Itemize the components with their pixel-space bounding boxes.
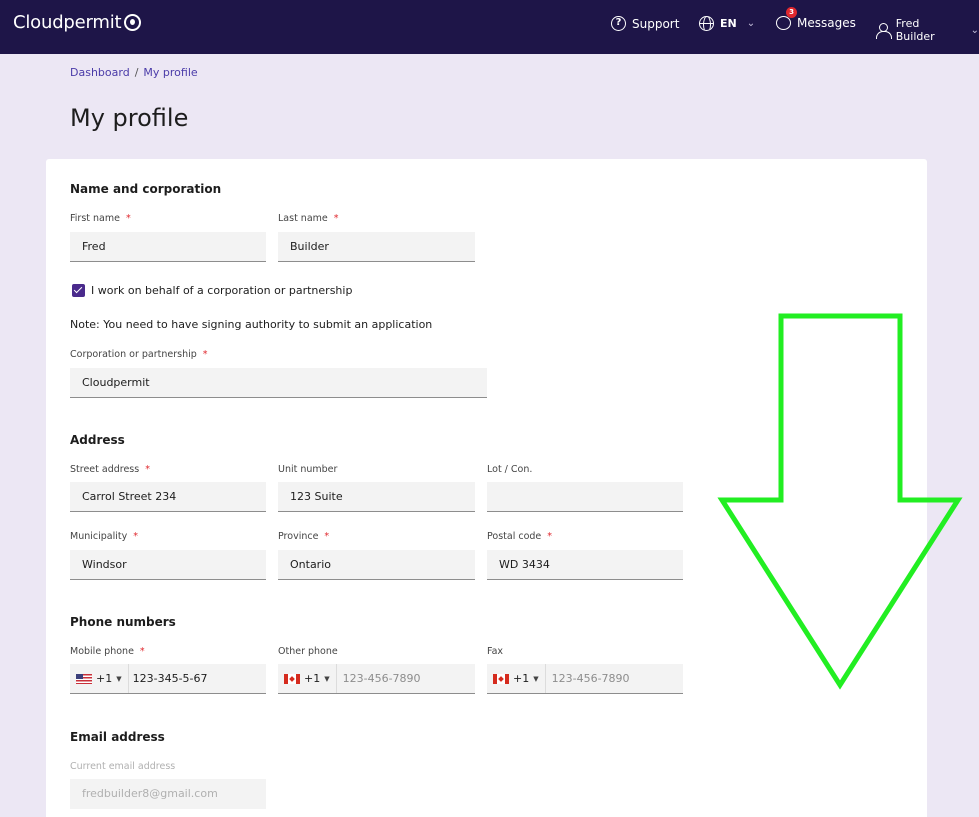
postal-code-label: Postal code * [487, 531, 553, 542]
fax-field: +1 ▼ 123-456-7890 [487, 664, 683, 694]
province-label: Province * [278, 531, 330, 542]
user-menu[interactable]: Fred Builder ⌄ [876, 17, 979, 43]
breadcrumb-dashboard-link[interactable]: Dashboard [70, 66, 130, 79]
last-name-label: Last name * [278, 213, 339, 224]
support-label: Support [632, 16, 680, 31]
messages-label: Messages [797, 16, 856, 30]
unit-number-label: Unit number [278, 464, 338, 475]
chevron-down-icon: ⌄ [970, 24, 979, 36]
cloudpermit-logo[interactable]: Cloudpermit [13, 12, 142, 33]
street-address-field[interactable]: Carrol Street 234 [70, 482, 266, 512]
page-title: My profile [70, 104, 189, 132]
phone-section-title: Phone numbers [70, 615, 176, 629]
canada-flag-icon [493, 673, 509, 684]
last-name-field[interactable]: Builder [278, 232, 475, 262]
municipality-label: Municipality * [70, 531, 138, 542]
other-phone-field: +1 ▼ 123-456-7890 [278, 664, 475, 694]
fax-country-code: +1 [513, 672, 530, 685]
globe-icon [699, 16, 714, 31]
user-name: Fred Builder [895, 17, 935, 43]
corporation-field[interactable]: Cloudpermit [70, 368, 487, 398]
street-address-label: Street address * [70, 464, 150, 475]
address-section-title: Address [70, 433, 125, 447]
help-icon: ? [611, 16, 626, 31]
mobile-phone-field: +1 ▼ 123-345-5-67 [70, 664, 266, 694]
logo-mark-icon [124, 14, 142, 31]
unit-number-field[interactable]: 123 Suite [278, 482, 475, 512]
language-label: EN [720, 17, 737, 30]
name-section-title: Name and corporation [70, 182, 222, 196]
chevron-down-icon: ⌄ [746, 18, 756, 29]
postal-code-field[interactable]: WD 3434 [487, 550, 683, 580]
municipality-field[interactable]: Windsor [70, 550, 266, 580]
current-email-field: fredbuilder8@gmail.com [70, 779, 266, 809]
corporation-checkbox-row[interactable]: I work on behalf of a corporation or par… [72, 284, 352, 297]
mobile-country-code-selector[interactable]: +1 ▼ [70, 664, 129, 693]
support-link[interactable]: ? Support [611, 16, 679, 31]
messages-link[interactable]: Messages [776, 16, 856, 30]
fax-label: Fax [487, 646, 504, 657]
other-phone-input[interactable]: 123-456-7890 [337, 672, 421, 685]
corporation-checkbox-label: I work on behalf of a corporation or par… [91, 284, 353, 297]
lot-con-label: Lot / Con. [487, 464, 533, 475]
caret-down-icon: ▼ [116, 674, 122, 683]
corporation-checkbox[interactable] [72, 284, 85, 297]
other-country-code-selector[interactable]: +1 ▼ [278, 664, 337, 693]
breadcrumb-current[interactable]: My profile [143, 66, 197, 79]
signing-authority-note: Note: You need to have signing authority… [70, 318, 433, 331]
other-country-code: +1 [304, 672, 321, 685]
mobile-phone-input[interactable]: 123-345-5-67 [129, 672, 208, 685]
mobile-phone-label: Mobile phone * [70, 646, 145, 657]
canada-flag-icon [284, 673, 300, 684]
chat-bubble-icon [776, 16, 791, 30]
lot-con-field[interactable] [487, 482, 683, 512]
caret-down-icon: ▼ [533, 674, 539, 683]
email-section-title: Email address [70, 730, 165, 744]
logo-text: Cloudpermit [13, 12, 122, 33]
current-email-label: Current email address [70, 761, 176, 772]
breadcrumb: Dashboard / My profile [70, 66, 198, 79]
caret-down-icon: ▼ [324, 674, 330, 683]
first-name-field[interactable]: Fred [70, 232, 266, 262]
other-phone-label: Other phone [278, 646, 338, 657]
top-navigation-bar: Cloudpermit ? Support EN ⌄ Messages 3 Fr… [0, 0, 979, 54]
fax-country-code-selector[interactable]: +1 ▼ [487, 664, 546, 693]
language-selector[interactable]: EN ⌄ [699, 16, 755, 31]
mobile-country-code: +1 [96, 672, 113, 685]
us-flag-icon [76, 673, 92, 684]
corporation-label: Corporation or partnership * [70, 349, 208, 360]
messages-count-badge: 3 [786, 7, 797, 18]
first-name-label: First name * [70, 213, 131, 224]
user-icon [876, 22, 892, 39]
fax-input[interactable]: 123-456-7890 [546, 672, 630, 685]
breadcrumb-separator: / [134, 66, 139, 79]
province-field[interactable]: Ontario [278, 550, 475, 580]
